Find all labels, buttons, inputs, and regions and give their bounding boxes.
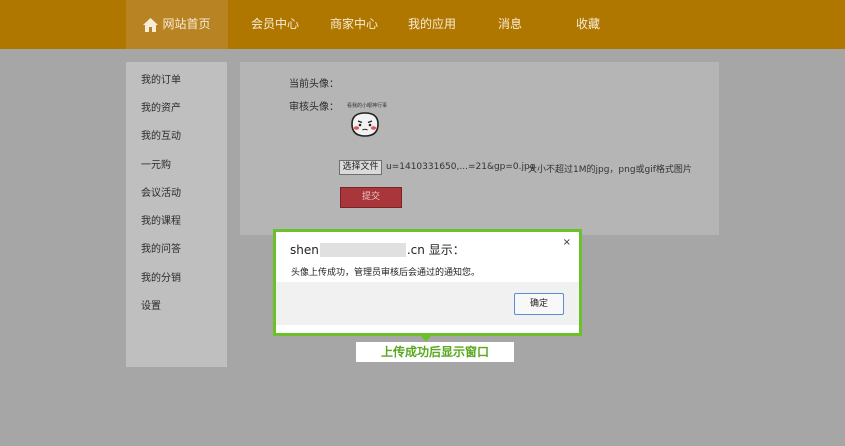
annotation-callout: 上传成功后显示窗口 — [356, 342, 514, 362]
sidebar-item-one-yuan[interactable]: 一元购 — [141, 156, 171, 171]
sidebar-item-settings[interactable]: 设置 — [141, 297, 161, 312]
choose-file-button[interactable]: 选择文件 — [339, 160, 382, 175]
redacted-domain-mask — [319, 242, 406, 257]
dialog-title-prefix: shen — [290, 242, 319, 257]
nav-messages[interactable]: 消息 — [471, 0, 549, 49]
current-avatar-label: 当前头像： — [289, 79, 339, 90]
dialog-title: shen .cn 显示： — [290, 241, 465, 258]
nav-my-apps[interactable]: 我的应用 — [393, 0, 471, 49]
sidebar: 我的订单 我的资产 我的互动 一元购 会议活动 我的课程 我的问答 我的分销 设… — [126, 62, 227, 367]
submit-button[interactable]: 提交 — [340, 187, 402, 208]
review-avatar-label: 审核头像： — [289, 102, 339, 113]
sidebar-item-courses[interactable]: 我的课程 — [141, 212, 181, 227]
selected-file-name: u=1410331650,...=21&gp=0.jpg — [386, 162, 536, 172]
avatar-caption: 看我的小眼神行事 — [347, 103, 388, 109]
nav-member-center[interactable]: 会员中心 — [236, 0, 314, 49]
sidebar-item-interactions[interactable]: 我的互动 — [141, 127, 181, 142]
dialog-footer: 确定 — [276, 282, 579, 325]
top-nav-bar: 网站首页 会员中心 商家中心 我的应用 消息 收藏 — [0, 0, 845, 49]
nav-merchant-center[interactable]: 商家中心 — [315, 0, 393, 49]
sidebar-item-assets[interactable]: 我的资产 — [141, 99, 181, 114]
sidebar-item-distribution[interactable]: 我的分销 — [141, 269, 181, 284]
sidebar-item-events[interactable]: 会议活动 — [141, 184, 181, 199]
nav-favorites[interactable]: 收藏 — [549, 0, 627, 49]
ok-button[interactable]: 确定 — [514, 293, 564, 315]
sidebar-item-qa[interactable]: 我的问答 — [141, 240, 181, 255]
dialog-message: 头像上传成功，管理员审核后会通过的通知您。 — [291, 268, 481, 278]
alert-dialog: shen .cn 显示： × 头像上传成功，管理员审核后会通过的通知您。 确定 — [273, 229, 582, 336]
close-icon[interactable]: × — [563, 237, 571, 248]
nav-home[interactable]: 网站首页 — [126, 0, 228, 49]
avatar-face-icon — [351, 112, 379, 137]
home-icon — [143, 17, 159, 32]
sidebar-item-orders[interactable]: 我的订单 — [141, 71, 181, 86]
avatar-panel: 当前头像： 审核头像： 看我的小眼神行事 选择文件 u=1410331650,.… — [240, 62, 719, 235]
file-size-hint: 大小不超过1M的jpg，png或gif格式图片 — [528, 165, 692, 175]
nav-home-label: 网站首页 — [162, 17, 211, 31]
dialog-title-suffix: .cn 显示： — [406, 243, 465, 257]
